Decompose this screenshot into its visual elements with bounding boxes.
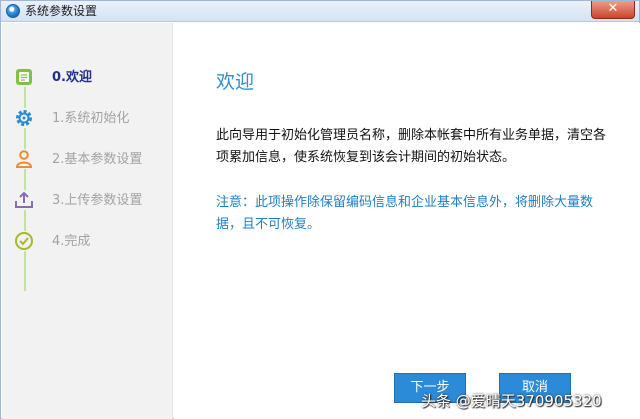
step-finish: 4.完成 <box>2 231 173 255</box>
step-label: 2.基本参数设置 <box>52 152 143 167</box>
user-icon <box>14 149 34 169</box>
warning-notice: 注意：此项操作除保留编码信息和企业基本信息外，将删除大量数据，且不可恢复。 <box>216 195 594 232</box>
step-basic-params: 2.基本参数设置 <box>2 149 173 173</box>
wizard-content: 欢迎 此向导用于初始化管理员名称，删除本帐套中所有业务单据，清空各项累加信息，使… <box>174 23 640 419</box>
gear-icon <box>14 108 34 128</box>
upload-tray-icon <box>14 190 34 210</box>
close-icon: ✕ <box>607 1 619 16</box>
steps-connector-line <box>24 71 26 291</box>
wizard-window: 系统参数设置 ✕ 0.欢迎 1.系统初始化 2.基本参数设置 3.上传参数设置 … <box>0 0 640 419</box>
check-circle-icon <box>14 231 34 251</box>
step-label: 1.系统初始化 <box>52 111 130 126</box>
step-label: 4.完成 <box>52 234 91 249</box>
window-title: 系统参数设置 <box>25 4 98 18</box>
description-text: 此向导用于初始化管理员名称，删除本帐套中所有业务单据，清空各项累加信息，使系统恢… <box>216 128 607 165</box>
app-logo-icon <box>6 4 20 18</box>
title-bar[interactable]: 系统参数设置 ✕ <box>1 1 639 22</box>
step-label: 0.欢迎 <box>52 70 92 85</box>
wizard-steps-sidebar: 0.欢迎 1.系统初始化 2.基本参数设置 3.上传参数设置 4.完成 <box>2 23 173 419</box>
document-icon <box>14 67 34 87</box>
watermark-overlay: 头条 @爱晴天370905320 <box>421 392 602 410</box>
step-label: 3.上传参数设置 <box>52 193 143 208</box>
step-welcome: 0.欢迎 <box>2 67 173 91</box>
page-title: 欢迎 <box>216 71 255 93</box>
step-upload-params: 3.上传参数设置 <box>2 190 173 214</box>
close-button[interactable]: ✕ <box>591 1 635 19</box>
step-system-init: 1.系统初始化 <box>2 108 173 132</box>
